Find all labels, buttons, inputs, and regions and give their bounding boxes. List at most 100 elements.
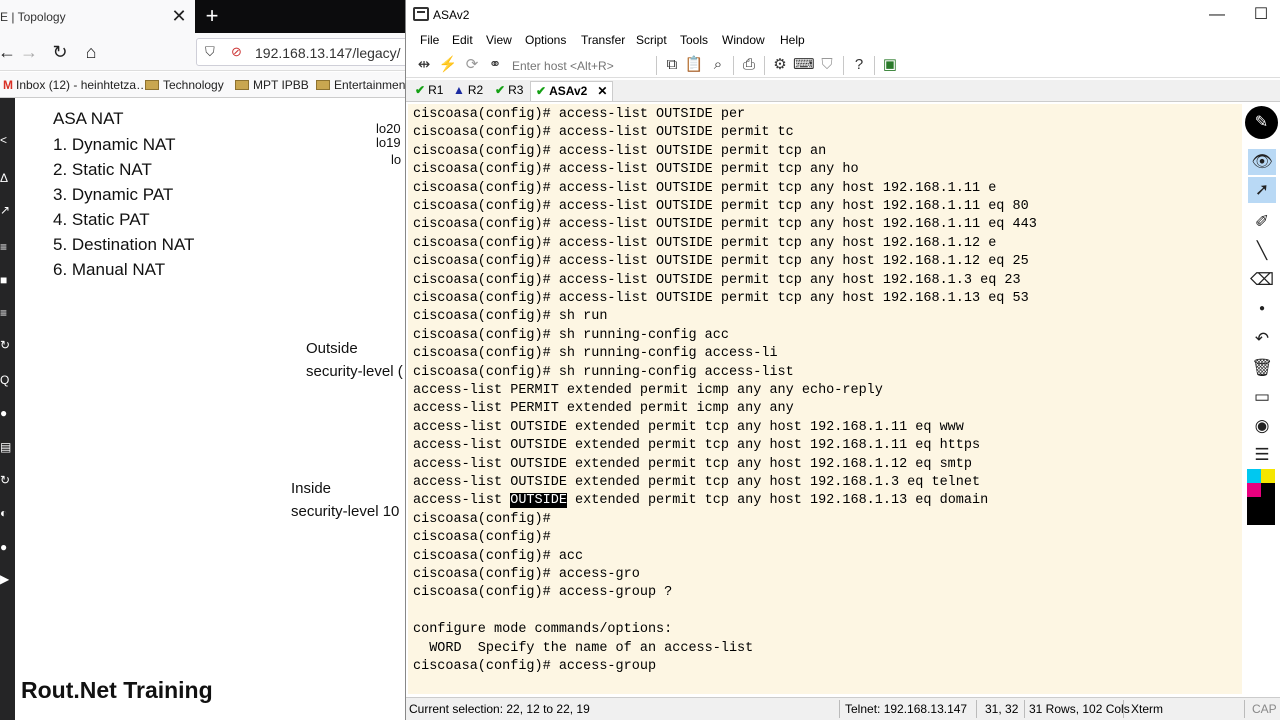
reload-icon[interactable]: ↻ xyxy=(47,39,73,65)
terminal-text: extended permit tcp any host 192.168.1.1… xyxy=(566,493,989,509)
sftp-icon[interactable]: ⛉ xyxy=(817,55,837,75)
browser-nav-bar: ← → ↻ ⌂ ⛉ ⊘ 192.168.13.147/legacy/ xyxy=(0,33,411,71)
menu-help[interactable]: Help xyxy=(780,33,805,47)
eraser-icon[interactable]: ⌫ xyxy=(1248,267,1276,293)
quick-connect-icon[interactable]: ⚡ xyxy=(438,55,458,75)
session-tab-r1[interactable]: ✔ R1 xyxy=(410,81,448,101)
check-icon: ✔ xyxy=(415,83,426,97)
status-cursor: 31, 32 xyxy=(985,702,1019,716)
highlighter-icon[interactable]: ✐ xyxy=(1248,209,1276,235)
bookmark-label: Technology xyxy=(163,78,224,92)
terminal-line: ciscoasa(config)# access-list OUTSIDE pe… xyxy=(413,107,746,122)
session-tab-r3[interactable]: ✔ R3 xyxy=(490,81,528,101)
help-icon[interactable]: ? xyxy=(849,55,869,75)
toolbar-separator xyxy=(733,56,734,75)
strip-tool-icon[interactable]: ▶ xyxy=(0,572,15,586)
strip-tool-icon[interactable]: ↻ xyxy=(0,338,15,352)
window-title: ASAv2 xyxy=(433,8,470,22)
menu-tools[interactable]: Tools xyxy=(680,33,708,47)
copy-icon[interactable]: ⧉ xyxy=(662,55,682,75)
status-separator xyxy=(839,700,840,718)
bookmark-inbox[interactable]: M Inbox (12) - heinhtetza… xyxy=(3,78,148,92)
strip-tool-icon[interactable]: ▤ xyxy=(0,440,15,454)
keymap-icon[interactable]: ⌨ xyxy=(793,55,815,75)
status-separator xyxy=(976,700,977,718)
eye-icon[interactable]: 👁 xyxy=(1248,149,1276,175)
strip-tool-icon[interactable]: ≡ xyxy=(0,240,15,254)
browser-tab[interactable]: E | Topology ✕ xyxy=(0,0,195,33)
link-icon[interactable]: ⚭ xyxy=(485,55,505,75)
terminal-line: access-list OUTSIDE extended permit tcp … xyxy=(413,492,988,510)
print-icon[interactable]: ⎙ xyxy=(739,55,759,75)
color-swatch[interactable] xyxy=(1247,469,1261,483)
strip-tool-icon[interactable]: Q xyxy=(0,373,15,387)
forward-icon[interactable]: → xyxy=(16,39,42,65)
menu-options[interactable]: Options xyxy=(525,33,566,47)
outside-zone-label: Outside xyxy=(306,340,358,357)
color-swatch[interactable] xyxy=(1247,497,1275,525)
topology-page: < Δ ↗ ≡ ■ ≡ ↻ Q ● ▤ ↻ ◐ ● ▶ ASA NAT 1. D… xyxy=(0,98,405,720)
bookmark-label: Inbox (12) - heinhtetza… xyxy=(16,78,149,92)
terminal-line: access-list PERMIT extended permit icmp … xyxy=(413,383,883,398)
color-swatch[interactable] xyxy=(1261,483,1275,497)
strip-tool-icon[interactable]: ◐ xyxy=(0,506,15,520)
minimize-icon[interactable]: — xyxy=(1202,4,1232,26)
close-tab-icon[interactable]: ✕ xyxy=(170,5,188,27)
connect-icon[interactable]: ⇹ xyxy=(414,55,434,75)
dot-icon[interactable]: ● xyxy=(1248,296,1276,322)
cursor-icon[interactable]: ➚ xyxy=(1248,177,1276,203)
reconnect-icon[interactable]: ⟳ xyxy=(462,55,482,75)
strip-tool-icon[interactable]: ● xyxy=(0,406,15,420)
pen-logo-icon[interactable]: ✎ xyxy=(1245,106,1278,139)
menu-script[interactable]: Script xyxy=(636,33,667,47)
settings-gear-icon[interactable]: ⚙ xyxy=(770,55,790,75)
pen-icon[interactable]: ╲ xyxy=(1248,238,1276,264)
undo-icon[interactable]: ↶ xyxy=(1248,326,1276,352)
toolbar-separator xyxy=(874,56,875,75)
url-text[interactable]: 192.168.13.147/legacy/ xyxy=(255,45,401,61)
menu-edit[interactable]: Edit xyxy=(452,33,473,47)
menu-file[interactable]: File xyxy=(420,33,439,47)
session-tab-asav2[interactable]: ✔ ASAv2 ✕ xyxy=(530,81,614,101)
close-tab-icon[interactable]: ✕ xyxy=(597,84,607,98)
terminal-selection[interactable]: OUTSIDE xyxy=(510,493,567,509)
menu-window[interactable]: Window xyxy=(722,33,765,47)
strip-tool-icon[interactable]: < xyxy=(0,133,15,147)
strip-tool-icon[interactable]: ■ xyxy=(0,273,15,287)
home-icon[interactable]: ⌂ xyxy=(78,39,104,65)
enter-host-input[interactable] xyxy=(512,57,652,75)
camera-icon[interactable]: ◉ xyxy=(1248,413,1276,439)
insecure-lock-icon[interactable]: ⊘ xyxy=(231,44,242,60)
strip-tool-icon[interactable]: ↗ xyxy=(0,203,15,217)
strip-tool-icon[interactable]: Δ xyxy=(0,171,15,185)
strip-tool-icon[interactable]: ≡ xyxy=(0,306,15,320)
session-tab-r2[interactable]: ▲ R2 xyxy=(448,81,488,101)
color-swatch[interactable] xyxy=(1261,469,1275,483)
terminal-app-window: ASAv2 — ☐ File Edit View Options Transfe… xyxy=(405,0,1280,720)
url-bar[interactable]: ⛉ ⊘ 192.168.13.147/legacy/ xyxy=(196,38,411,66)
paste-icon[interactable]: 📋 xyxy=(684,55,704,75)
bookmark-technology[interactable]: Technology xyxy=(145,78,224,92)
strip-tool-icon[interactable]: ● xyxy=(0,540,15,554)
inside-security-level: security-level 10 xyxy=(291,503,400,520)
terminal-line: ciscoasa(config)# access-list OUTSIDE pe… xyxy=(413,254,1029,270)
menu-transfer[interactable]: Transfer xyxy=(581,33,625,47)
shield-icon[interactable]: ⛉ xyxy=(205,44,215,60)
bookmark-entertainment[interactable]: Entertainment xyxy=(316,78,409,92)
browser-tab-title: E | Topology xyxy=(0,10,66,24)
color-swatch[interactable] xyxy=(1247,483,1261,497)
screen-icon[interactable]: ▣ xyxy=(880,55,900,75)
menu-view[interactable]: View xyxy=(486,33,512,47)
maximize-icon[interactable]: ☐ xyxy=(1246,4,1276,26)
board-icon[interactable]: ▭ xyxy=(1248,384,1276,410)
notes-icon[interactable]: ☰ xyxy=(1248,442,1276,468)
terminal-line: access-list OUTSIDE extended permit tcp … xyxy=(413,475,981,490)
new-tab-button[interactable]: + xyxy=(200,4,224,28)
terminal-screen[interactable]: ciscoasa(config)# access-list OUTSIDE pe… xyxy=(408,104,1242,694)
terminal-line: ciscoasa(config)# xyxy=(413,530,551,546)
bookmark-mpt-ipbb[interactable]: MPT IPBB xyxy=(235,78,309,92)
find-icon[interactable]: ⌕ xyxy=(708,55,728,75)
strip-tool-icon[interactable]: ↻ xyxy=(0,473,15,487)
session-tab-label: R1 xyxy=(428,83,444,97)
trash-icon[interactable]: 🗑 xyxy=(1248,355,1276,381)
